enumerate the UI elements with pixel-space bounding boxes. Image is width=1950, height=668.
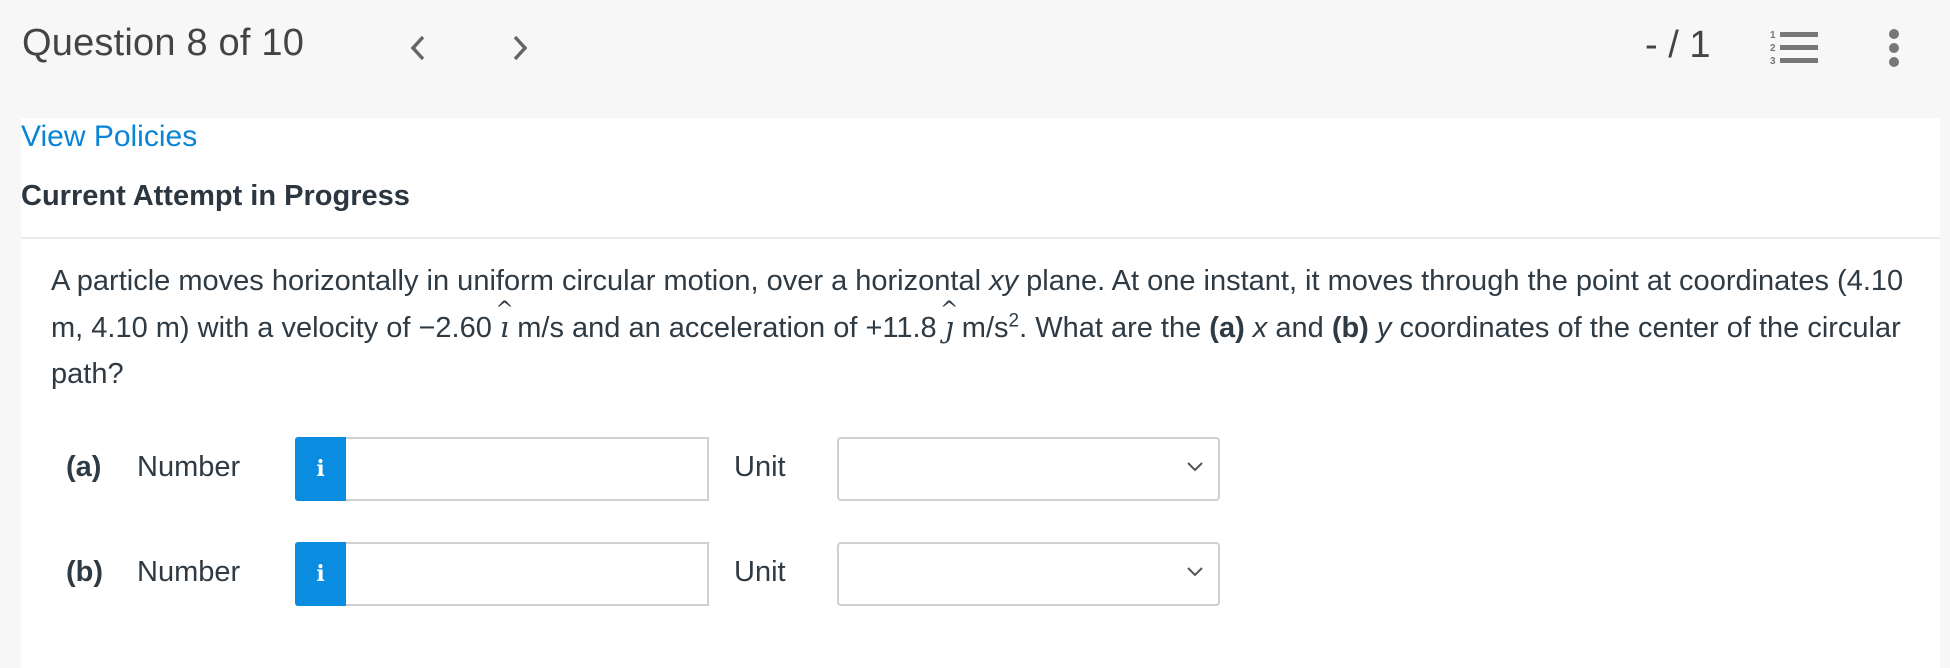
info-icon: i [316,456,325,482]
j-hat-unit-vector: ȷ [945,304,954,350]
number-label: Number [137,556,241,588]
unit-label: Unit [734,451,786,483]
i-hat-unit-vector: ı [500,304,509,350]
kebab-menu-icon[interactable] [1880,26,1908,70]
view-policies-link[interactable]: View Policies [21,120,197,154]
next-question-button[interactable] [500,28,540,68]
part-label: (b) [66,556,104,588]
chevron-down-icon [1187,462,1203,472]
part-label: (a) [66,451,102,483]
chevron-left-icon [410,35,425,61]
info-icon: i [316,561,325,587]
answer-row-b: (b) Number i Unit [21,542,1321,606]
numbered-list-icon[interactable]: 1 2 3 [1770,28,1818,66]
score-display: - / 1 [1645,24,1711,66]
divider [21,237,1940,239]
unit-select-a[interactable] [837,437,1220,501]
unit-select-b[interactable] [837,542,1220,606]
previous-question-button[interactable] [398,28,438,68]
svg-text:1: 1 [1770,30,1776,41]
number-input-a[interactable] [346,437,709,501]
question-counter: Question 8 of 10 [22,22,305,64]
attempt-status: Current Attempt in Progress [21,180,410,212]
svg-text:2: 2 [1770,43,1776,54]
chevron-right-icon [513,35,528,61]
info-button[interactable]: i [295,542,346,606]
chevron-down-icon [1187,567,1203,577]
answer-row-a: (a) Number i Unit [21,437,1321,501]
number-label: Number [137,451,241,483]
svg-text:3: 3 [1770,56,1776,66]
question-text: A particle moves horizontally in uniform… [51,258,1931,397]
question-header: Question 8 of 10 - / 1 1 2 3 [0,0,1950,118]
number-input-b[interactable] [346,542,709,606]
question-panel: View Policies Current Attempt in Progres… [21,118,1940,668]
info-button[interactable]: i [295,437,346,501]
unit-label: Unit [734,556,786,588]
